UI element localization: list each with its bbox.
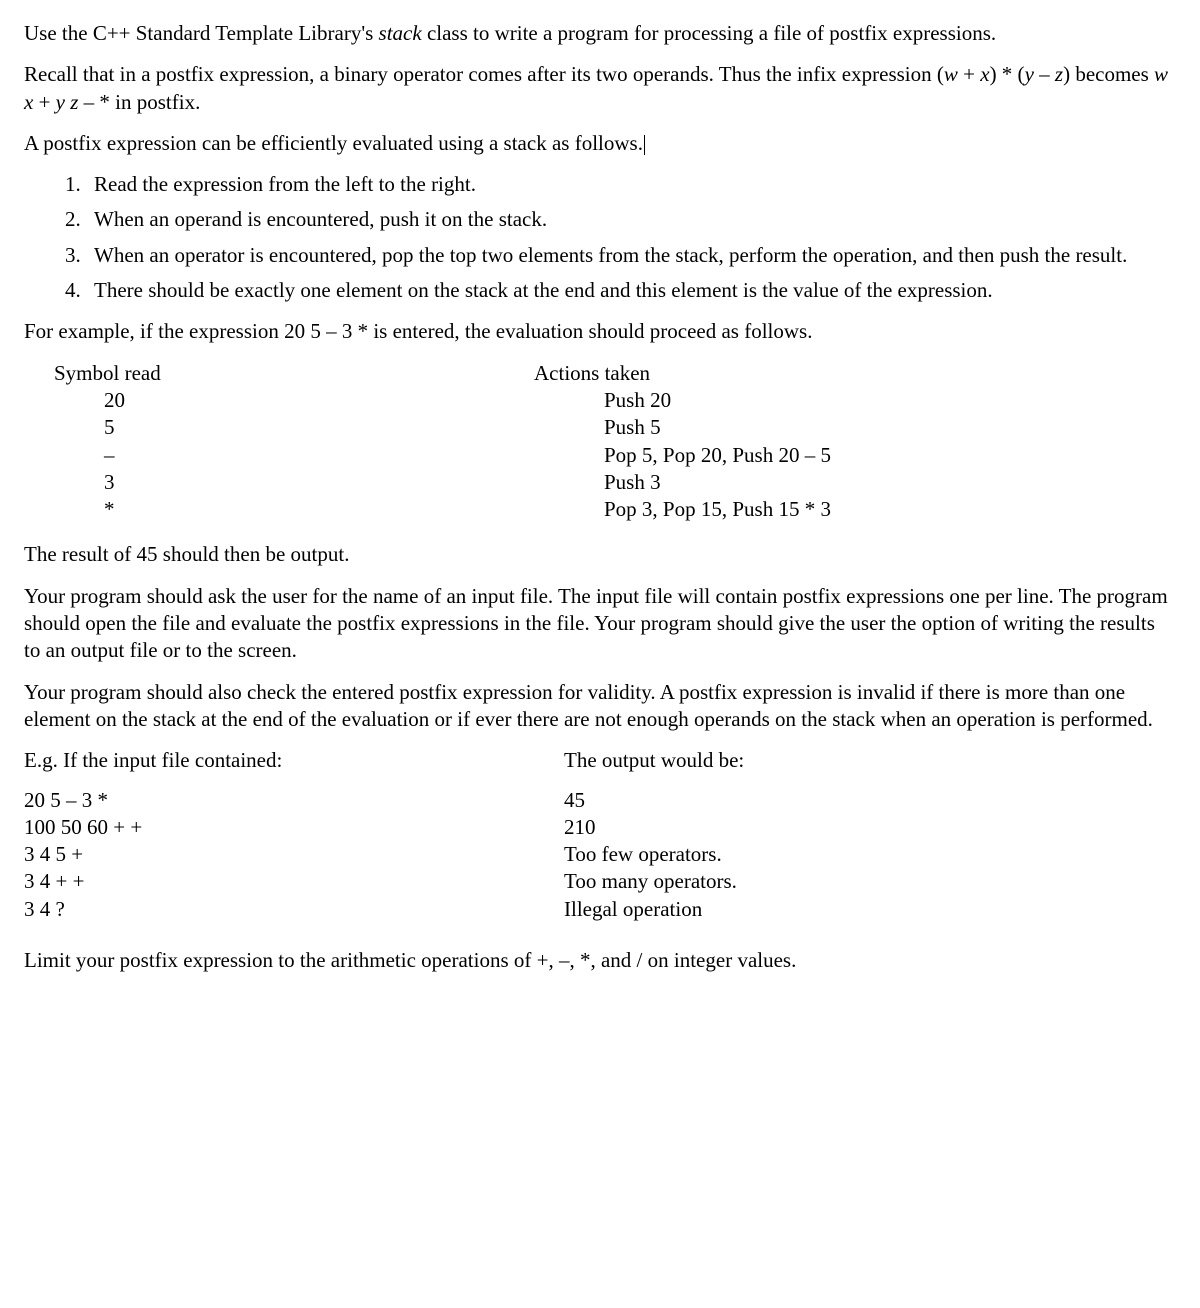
text: + (33, 90, 55, 114)
step-item: There should be exactly one element on t… (86, 277, 1176, 304)
trace-header-row: Symbol read Actions taken (54, 360, 1176, 387)
var-w: w (944, 62, 958, 86)
trace-action: Pop 3, Pop 15, Push 15 * 3 (584, 496, 1176, 523)
steps-list: Read the expression from the left to the… (24, 171, 1176, 304)
io-input: 3 4 ? (24, 896, 564, 923)
text-cursor-icon (644, 135, 645, 155)
io-input: 20 5 – 3 * (24, 787, 564, 814)
trace-table: Symbol read Actions taken 20 Push 20 5 P… (54, 360, 1176, 524)
trace-row: – Pop 5, Pop 20, Push 20 – 5 (54, 442, 1176, 469)
trace-symbol: * (54, 496, 584, 523)
io-row: 3 4 + + Too many operators. (24, 868, 1176, 895)
text: Use the C++ Standard Template Library's (24, 21, 379, 45)
io-output: Too few operators. (564, 841, 1176, 868)
text: class to write a program for processing … (422, 21, 996, 45)
io-input: 100 50 60 + + (24, 814, 564, 841)
trace-symbol: 5 (54, 414, 584, 441)
io-row: 20 5 – 3 * 45 (24, 787, 1176, 814)
trace-row: 20 Push 20 (54, 387, 1176, 414)
paragraph-example-intro: For example, if the expression 20 5 – 3 … (24, 318, 1176, 345)
trace-row: 3 Push 3 (54, 469, 1176, 496)
io-table: E.g. If the input file contained: The ou… (24, 747, 1176, 923)
trace-action: Push 20 (584, 387, 1176, 414)
trace-action: Push 3 (584, 469, 1176, 496)
text: ) * ( (990, 62, 1025, 86)
text: Recall that in a postfix expression, a b… (24, 62, 944, 86)
var-x: x (980, 62, 989, 86)
paragraph-file-io: Your program should ask the user for the… (24, 583, 1176, 665)
io-header-input: E.g. If the input file contained: (24, 747, 564, 774)
paragraph-stack-eval: A postfix expression can be efficiently … (24, 130, 1176, 157)
io-row: 3 4 ? Illegal operation (24, 896, 1176, 923)
step-item: When an operand is encountered, push it … (86, 206, 1176, 233)
text: – (1034, 62, 1055, 86)
io-output: 45 (564, 787, 1176, 814)
trace-row: * Pop 3, Pop 15, Push 15 * 3 (54, 496, 1176, 523)
var-y: y (1025, 62, 1034, 86)
step-item: Read the expression from the left to the… (86, 171, 1176, 198)
trace-symbol: 20 (54, 387, 584, 414)
text: – * in postfix. (78, 90, 200, 114)
trace-action: Push 5 (584, 414, 1176, 441)
paragraph-intro-stack: Use the C++ Standard Template Library's … (24, 20, 1176, 47)
io-output: Too many operators. (564, 868, 1176, 895)
trace-header-actions: Actions taken (534, 360, 1176, 387)
text: + (958, 62, 980, 86)
var-z: z (1055, 62, 1063, 86)
paragraph-validity: Your program should also check the enter… (24, 679, 1176, 734)
italic-stack: stack (379, 21, 422, 45)
io-output: 210 (564, 814, 1176, 841)
io-input: 3 4 5 + (24, 841, 564, 868)
trace-header-symbol: Symbol read (54, 360, 534, 387)
io-header-output: The output would be: (564, 747, 1176, 774)
io-row: 100 50 60 + + 210 (24, 814, 1176, 841)
text: ) becomes (1063, 62, 1154, 86)
step-item: When an operator is encountered, pop the… (86, 242, 1176, 269)
io-row: 3 4 5 + Too few operators. (24, 841, 1176, 868)
trace-symbol: – (54, 442, 584, 469)
text: A postfix expression can be efficiently … (24, 131, 643, 155)
trace-action: Pop 5, Pop 20, Push 20 – 5 (584, 442, 1176, 469)
io-output: Illegal operation (564, 896, 1176, 923)
trace-row: 5 Push 5 (54, 414, 1176, 441)
var-yz: y z (56, 90, 79, 114)
io-header-row: E.g. If the input file contained: The ou… (24, 747, 1176, 774)
paragraph-result: The result of 45 should then be output. (24, 541, 1176, 568)
io-input: 3 4 + + (24, 868, 564, 895)
paragraph-limit: Limit your postfix expression to the ari… (24, 947, 1176, 974)
trace-symbol: 3 (54, 469, 584, 496)
paragraph-postfix-def: Recall that in a postfix expression, a b… (24, 61, 1176, 116)
